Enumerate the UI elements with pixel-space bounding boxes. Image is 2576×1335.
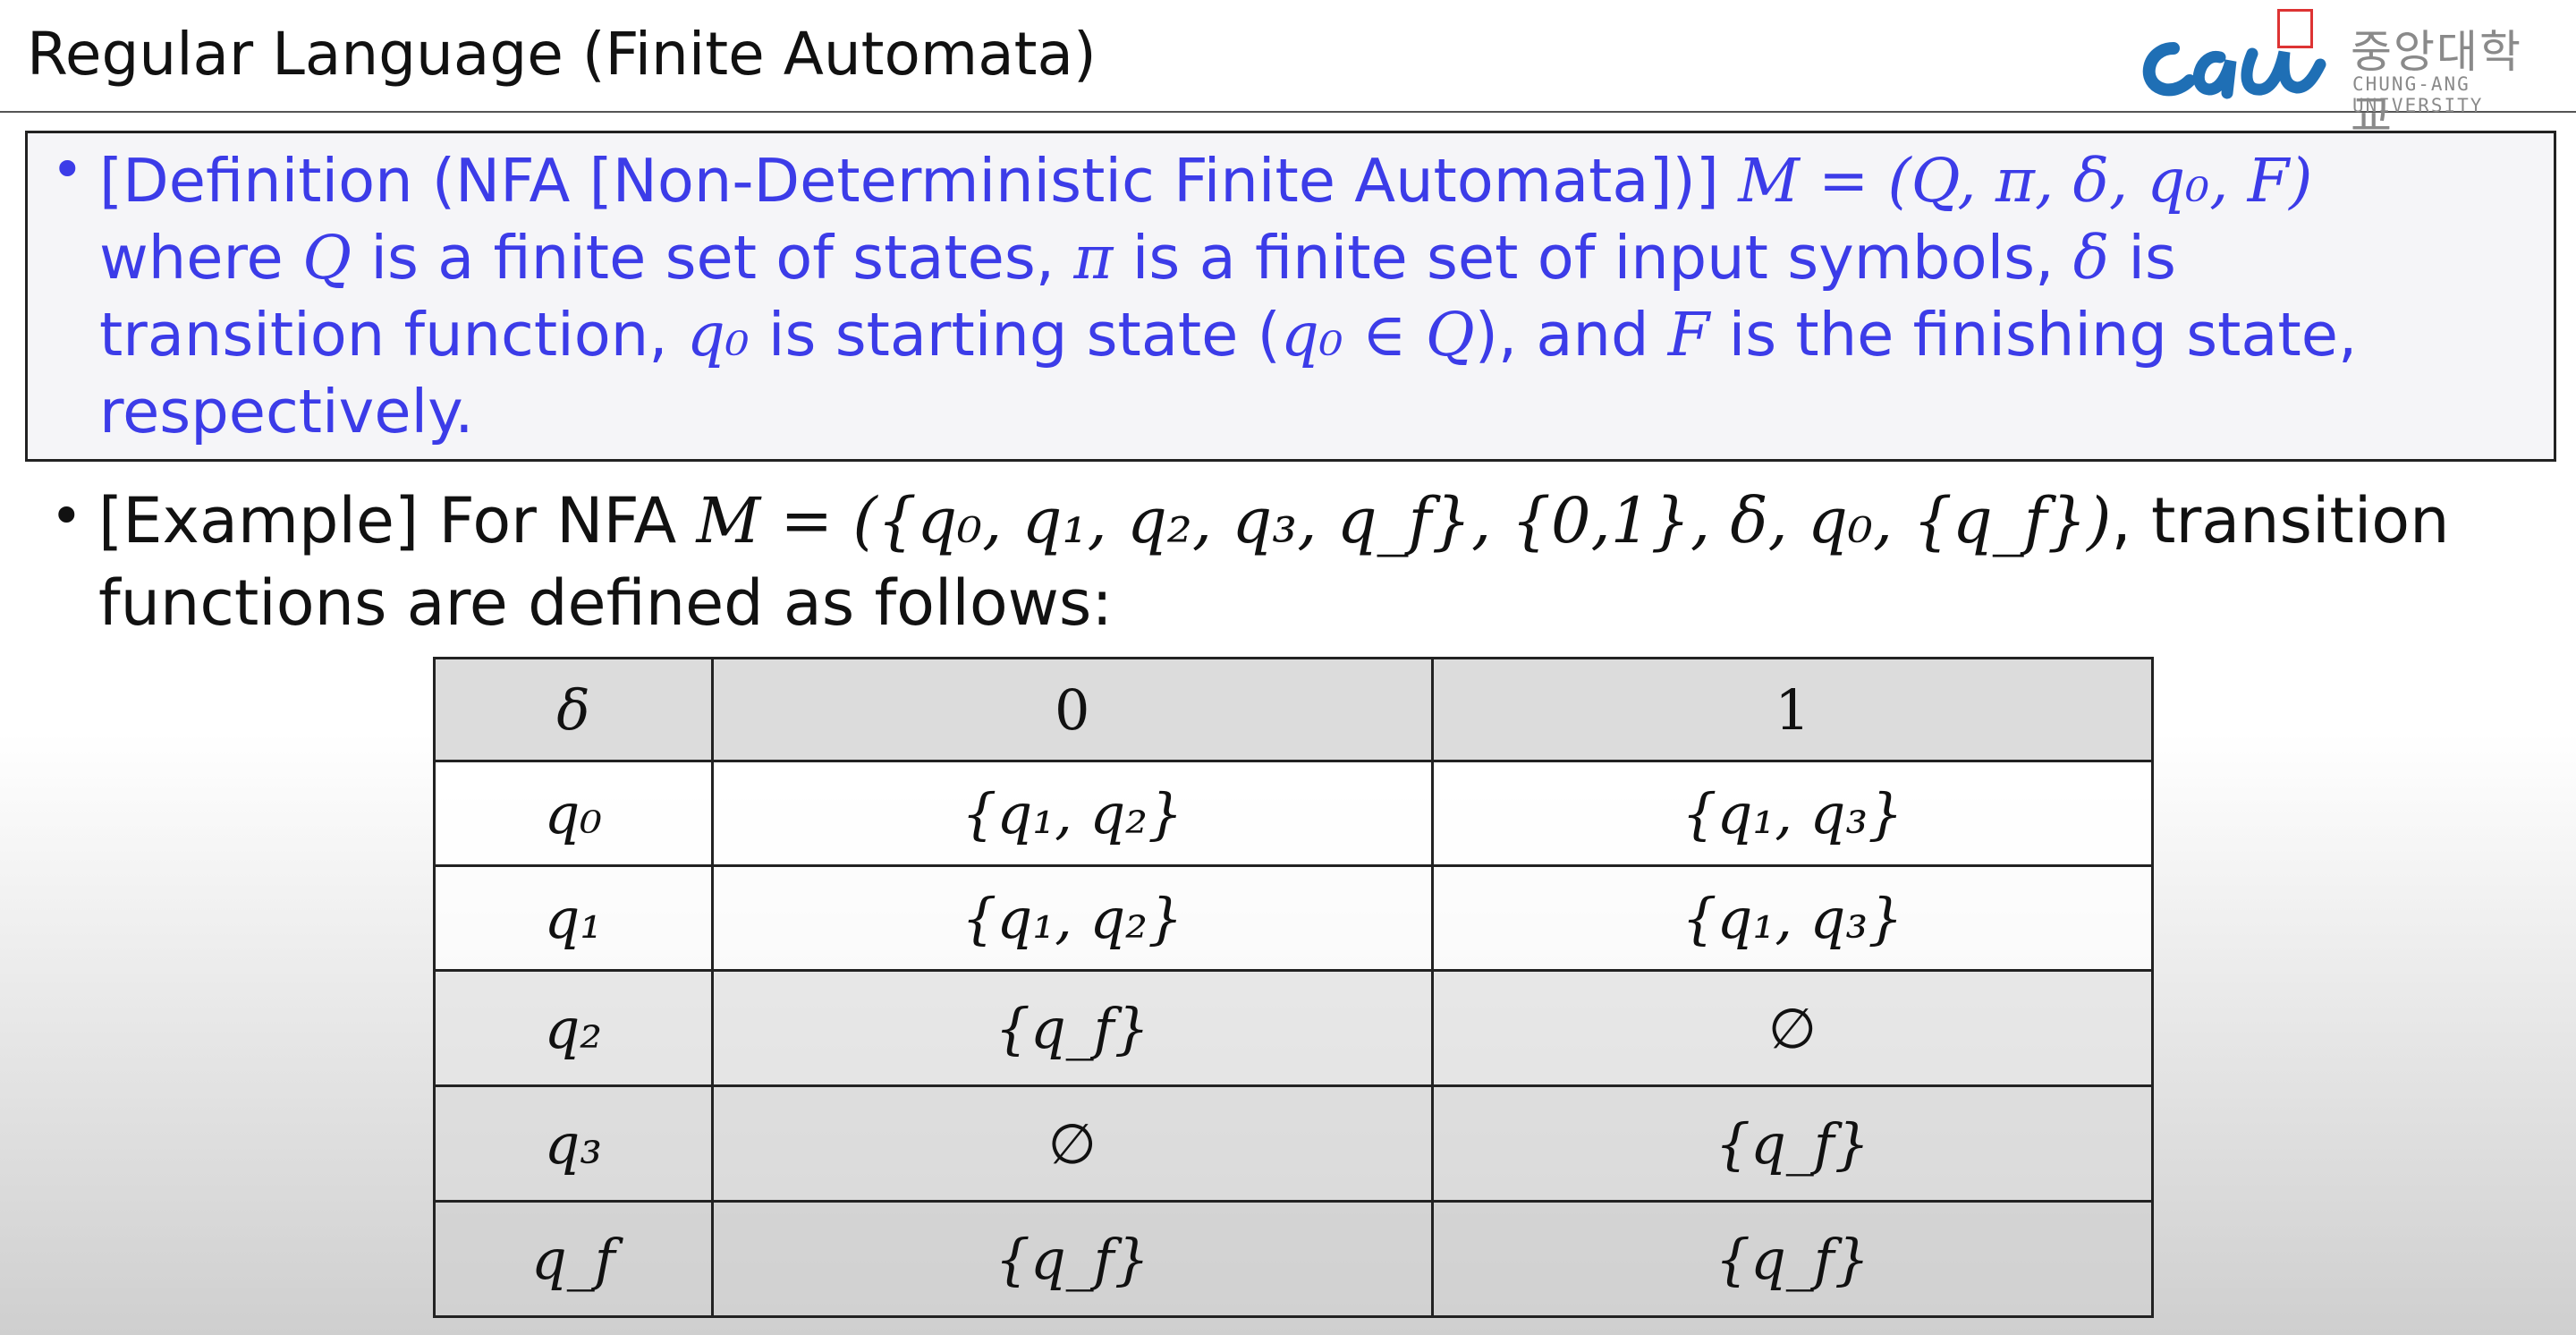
logo-highlight-box bbox=[2277, 9, 2313, 48]
definition-text-segment: is starting state ( bbox=[767, 300, 1281, 370]
table-header: 1 bbox=[1430, 657, 2155, 762]
example-suffix: , transition bbox=[2111, 484, 2450, 557]
example-formula: M = ({q₀, q₁, q₂, q₃, q_f}, {0,1}, δ, q₀… bbox=[696, 484, 2112, 557]
table-cell: q₃ bbox=[433, 1084, 714, 1203]
definition-text-segment: transition function, bbox=[99, 300, 668, 370]
table-row: q₀ {q₁, q₂} {q₁, q₃} bbox=[433, 760, 2155, 867]
table-cell: ∅ bbox=[1430, 969, 2155, 1087]
symbol-q0: q₀ bbox=[686, 300, 750, 370]
definition-label: [Definition (NFA [Non-Deterministic Fini… bbox=[99, 146, 1719, 216]
table-cell: q₂ bbox=[433, 969, 714, 1087]
symbol-pi: π bbox=[1073, 223, 1114, 293]
example-text: [Example] For NFA M = ({q₀, q₁, q₂, q₃, … bbox=[98, 480, 2513, 644]
definition-formula: M = (Q, π, δ, q₀, F) bbox=[1738, 146, 2313, 216]
symbol-Q: Q bbox=[302, 223, 352, 293]
table-row: q₂ {q_f} ∅ bbox=[433, 969, 2155, 1087]
table-cell: {q₁, q₃} bbox=[1430, 864, 2155, 972]
definition-text-segment: ), and bbox=[1474, 300, 1649, 370]
table-cell: {q₁, q₂} bbox=[710, 760, 1434, 867]
example-label: [Example] For NFA bbox=[98, 484, 677, 557]
table-header: 0 bbox=[710, 657, 1434, 762]
table-cell: {q_f} bbox=[710, 1200, 1434, 1318]
table-cell: {q₁, q₂} bbox=[710, 864, 1434, 972]
table-cell: ∅ bbox=[710, 1084, 1434, 1203]
example-bullet: • bbox=[50, 483, 83, 548]
symbol-delta: δ bbox=[2072, 223, 2110, 293]
definition-box: • [Definition (NFA [Non-Deterministic Fi… bbox=[25, 131, 2556, 462]
table-cell: {q_f} bbox=[1430, 1084, 2155, 1203]
q0-in-Q: q₀ ∈ Q bbox=[1280, 300, 1475, 370]
title-bar: Regular Language (Finite Automata) 중앙대학교… bbox=[0, 0, 2576, 142]
definition-text-segment: where bbox=[99, 223, 284, 293]
definition-text-segment: is a finite set of states, bbox=[370, 223, 1055, 293]
definition-text: [Definition (NFA [Non-Deterministic Fini… bbox=[99, 142, 2541, 450]
table-header-row: δ 0 1 bbox=[433, 657, 2155, 762]
table-row: q_f {q_f} {q_f} bbox=[433, 1200, 2155, 1318]
table-row: q₁ {q₁, q₂} {q₁, q₃} bbox=[433, 864, 2155, 972]
table-cell: q_f bbox=[433, 1200, 714, 1318]
table-header: δ bbox=[433, 657, 714, 762]
definition-text-segment: is bbox=[2128, 223, 2176, 293]
logo-english-text: CHUNG-ANG UNIVERSITY bbox=[2352, 73, 2484, 116]
table-row: q₃ ∅ {q_f} bbox=[433, 1084, 2155, 1203]
definition-text-segment: respectively. bbox=[99, 377, 474, 446]
table-cell: {q₁, q₃} bbox=[1430, 760, 2155, 867]
definition-bullet: • bbox=[51, 137, 84, 202]
university-logo: 중앙대학교 CHUNG-ANG UNIVERSITY bbox=[2138, 9, 2558, 142]
symbol-F: F bbox=[1667, 300, 1710, 370]
slide-title: Regular Language (Finite Automata) bbox=[27, 20, 1097, 89]
definition-text-segment: is a finite set of input symbols, bbox=[1131, 223, 2055, 293]
transition-table: δ 0 1 q₀ {q₁, q₂} {q₁, q₃} q₁ {q₁, q₂} {… bbox=[433, 657, 2155, 1318]
example-line2: functions are defined as follows: bbox=[98, 566, 1113, 640]
table-cell: {q_f} bbox=[710, 969, 1434, 1087]
table-cell: {q_f} bbox=[1430, 1200, 2155, 1318]
definition-text-segment: is the finishing state, bbox=[1728, 300, 2358, 370]
table-cell: q₀ bbox=[433, 760, 714, 867]
table-cell: q₁ bbox=[433, 864, 714, 972]
